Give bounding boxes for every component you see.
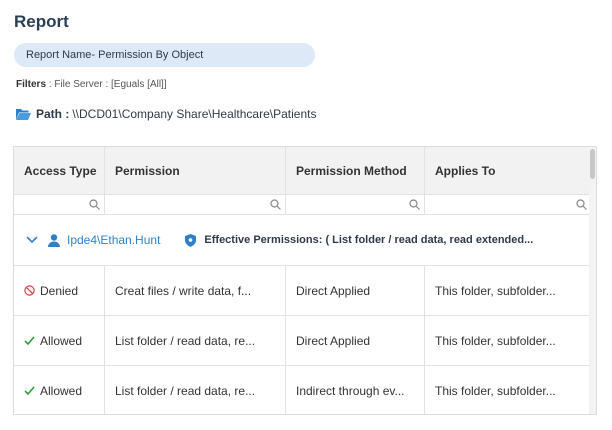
denied-icon bbox=[24, 285, 35, 296]
column-header-permission[interactable]: Permission bbox=[105, 147, 286, 194]
chevron-down-icon[interactable] bbox=[26, 236, 38, 244]
check-icon bbox=[24, 386, 35, 396]
access-type-cell: Allowed bbox=[14, 316, 105, 365]
group-row[interactable]: Ipde4\Ethan.Hunt Effective Permissions: … bbox=[14, 215, 591, 266]
shield-icon bbox=[185, 233, 197, 247]
table-row[interactable]: Allowed List folder / read data, re... D… bbox=[14, 316, 591, 366]
permission-method-cell: Direct Applied bbox=[286, 316, 425, 365]
permission-cell: List folder / read data, re... bbox=[105, 366, 286, 414]
filter-cell-applies-to[interactable] bbox=[425, 195, 591, 214]
access-type-label: Allowed bbox=[40, 383, 83, 398]
path-label: Path : bbox=[36, 107, 70, 121]
vertical-scrollbar[interactable] bbox=[589, 147, 596, 414]
access-type-cell: Allowed bbox=[14, 366, 105, 414]
group-user-name[interactable]: Ipde4\Ethan.Hunt bbox=[67, 233, 160, 247]
permissions-grid: Access Type Permission Permission Method… bbox=[13, 146, 597, 415]
column-header-applies-to[interactable]: Applies To bbox=[425, 147, 591, 194]
permission-method-cell: Indirect through ev... bbox=[286, 366, 425, 414]
grid-filter-row bbox=[14, 195, 591, 215]
filter-cell-permission[interactable] bbox=[105, 195, 286, 214]
filters-line: Filters : File Server : [Eguals [All]] bbox=[16, 79, 167, 90]
effective-permissions-text: Effective Permissions: ( List folder / r… bbox=[204, 234, 534, 246]
report-name-pill: Report Name- Permission By Object bbox=[14, 43, 315, 67]
applies-to-cell: This folder, subfolder... bbox=[435, 283, 556, 298]
folder-open-icon bbox=[16, 109, 31, 120]
grid-header: Access Type Permission Permission Method… bbox=[14, 147, 591, 195]
permission-method-cell: Direct Applied bbox=[286, 266, 425, 315]
table-row[interactable]: Denied Creat files / write data, f... Di… bbox=[14, 266, 591, 316]
scrollbar-thumb[interactable] bbox=[590, 149, 595, 179]
search-icon[interactable] bbox=[576, 199, 587, 210]
applies-to-cell: This folder, subfolder... bbox=[435, 333, 556, 348]
applies-to-cell: This folder, subfolder... bbox=[435, 383, 556, 398]
path-value: \\DCD01\Company Share\Healthcare\Patient… bbox=[72, 107, 317, 121]
permission-cell: List folder / read data, re... bbox=[105, 316, 286, 365]
filters-value: : File Server : [Eguals [All]] bbox=[46, 79, 167, 90]
user-icon bbox=[48, 233, 60, 247]
filters-label: Filters bbox=[16, 79, 47, 90]
access-type-cell: Denied bbox=[14, 266, 105, 315]
column-header-permission-method[interactable]: Permission Method bbox=[286, 147, 425, 194]
filter-cell-access-type[interactable] bbox=[14, 195, 105, 214]
page-title: Report bbox=[14, 12, 69, 31]
access-type-label: Denied bbox=[40, 283, 79, 298]
check-icon bbox=[24, 336, 35, 346]
search-icon[interactable] bbox=[89, 199, 100, 210]
filter-cell-permission-method[interactable] bbox=[286, 195, 425, 214]
permission-cell: Creat files / write data, f... bbox=[105, 266, 286, 315]
search-icon[interactable] bbox=[270, 199, 281, 210]
access-type-label: Allowed bbox=[40, 333, 83, 348]
table-row[interactable]: Allowed List folder / read data, re... I… bbox=[14, 366, 591, 414]
path-line: Path : \\DCD01\Company Share\Healthcare\… bbox=[16, 107, 316, 121]
column-header-access-type[interactable]: Access Type bbox=[14, 147, 105, 194]
search-icon[interactable] bbox=[409, 199, 420, 210]
